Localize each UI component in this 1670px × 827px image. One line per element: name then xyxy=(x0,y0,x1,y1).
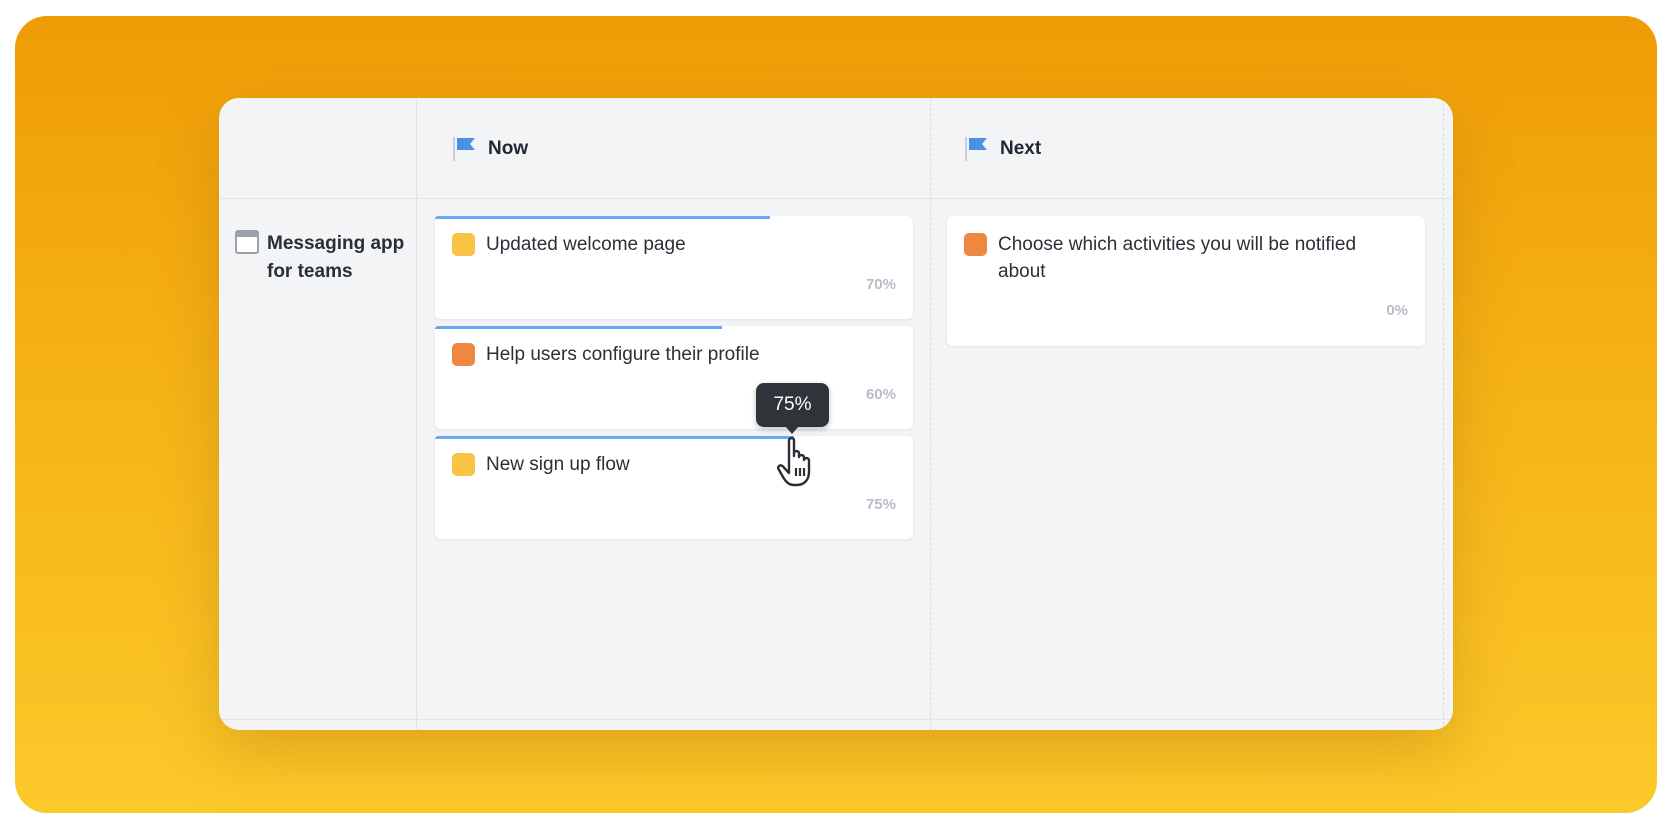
progress-bar[interactable] xyxy=(947,216,1425,219)
hand-cursor-icon xyxy=(777,436,811,487)
column-header-next[interactable]: Next xyxy=(964,134,1041,164)
progress-label: 75% xyxy=(865,496,896,513)
column-divider xyxy=(930,98,931,730)
status-swatch xyxy=(452,233,475,256)
flag-icon xyxy=(965,137,987,161)
header-divider xyxy=(219,198,1453,199)
roadmap-card[interactable]: Help users configure their profile 60% xyxy=(435,326,913,429)
column-title: Next xyxy=(1000,138,1042,159)
flag-icon xyxy=(453,137,475,161)
roadmap-card[interactable]: Choose which activities you will be noti… xyxy=(947,216,1425,346)
progress-bar[interactable] xyxy=(435,436,913,439)
card-title: Updated welcome page xyxy=(486,234,686,255)
column-header-now[interactable]: Now xyxy=(452,134,528,164)
progress-label: 0% xyxy=(1386,302,1408,319)
status-swatch xyxy=(964,233,987,256)
progress-bar[interactable] xyxy=(435,216,913,219)
status-swatch xyxy=(452,343,475,366)
progress-fill xyxy=(435,436,794,439)
roadmap-card[interactable]: Updated welcome page 70% xyxy=(435,216,913,319)
row-divider xyxy=(219,719,1453,720)
progress-bar[interactable] xyxy=(435,326,913,329)
roadmap-board: Now Next Messaging app for teams Updated… xyxy=(219,98,1453,730)
progress-tooltip: 75% xyxy=(756,383,829,434)
card-title: Help users configure their profile xyxy=(486,344,760,365)
column-divider xyxy=(416,98,417,730)
card-title: Choose which activities you will be noti… xyxy=(998,234,1357,282)
row-label[interactable]: Messaging app for teams xyxy=(235,230,405,286)
progress-fill xyxy=(435,216,770,219)
progress-label: 70% xyxy=(865,276,896,293)
column-title: Now xyxy=(488,138,529,159)
window-icon xyxy=(235,230,259,254)
progress-label: 60% xyxy=(865,386,896,403)
status-swatch xyxy=(452,453,475,476)
row-title: Messaging app for teams xyxy=(267,233,405,282)
roadmap-card[interactable]: New sign up flow 75% xyxy=(435,436,913,539)
progress-fill xyxy=(435,326,722,329)
column-divider xyxy=(1443,98,1444,730)
